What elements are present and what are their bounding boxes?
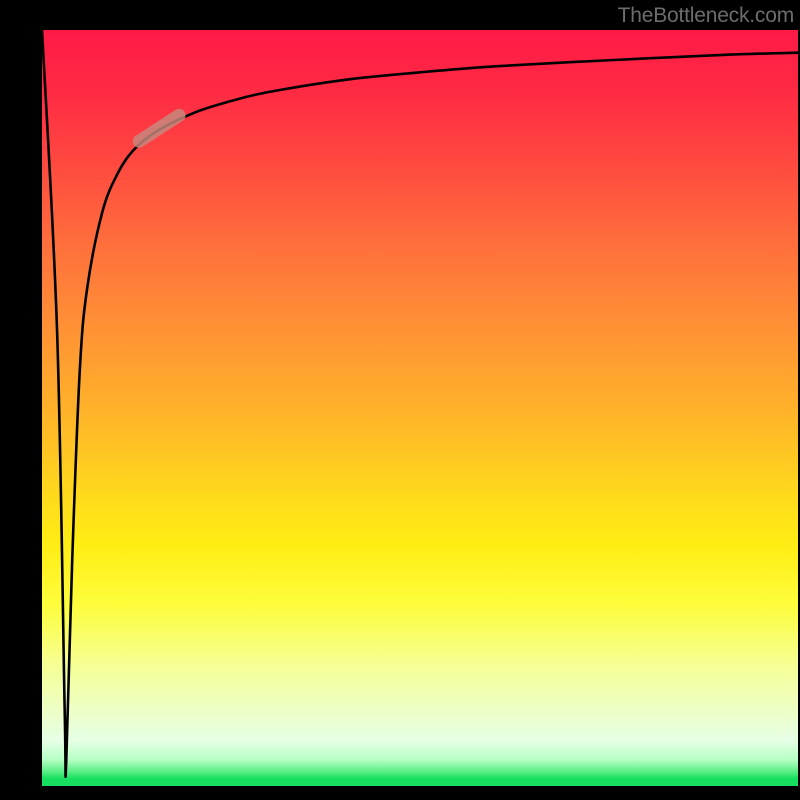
plot-area (42, 30, 798, 786)
curve-marker (130, 106, 188, 150)
source-credit: TheBottleneck.com (618, 4, 794, 28)
bottleneck-curve (42, 30, 798, 777)
chart-frame: TheBottleneck.com (0, 0, 800, 800)
curve-layer (42, 30, 798, 786)
